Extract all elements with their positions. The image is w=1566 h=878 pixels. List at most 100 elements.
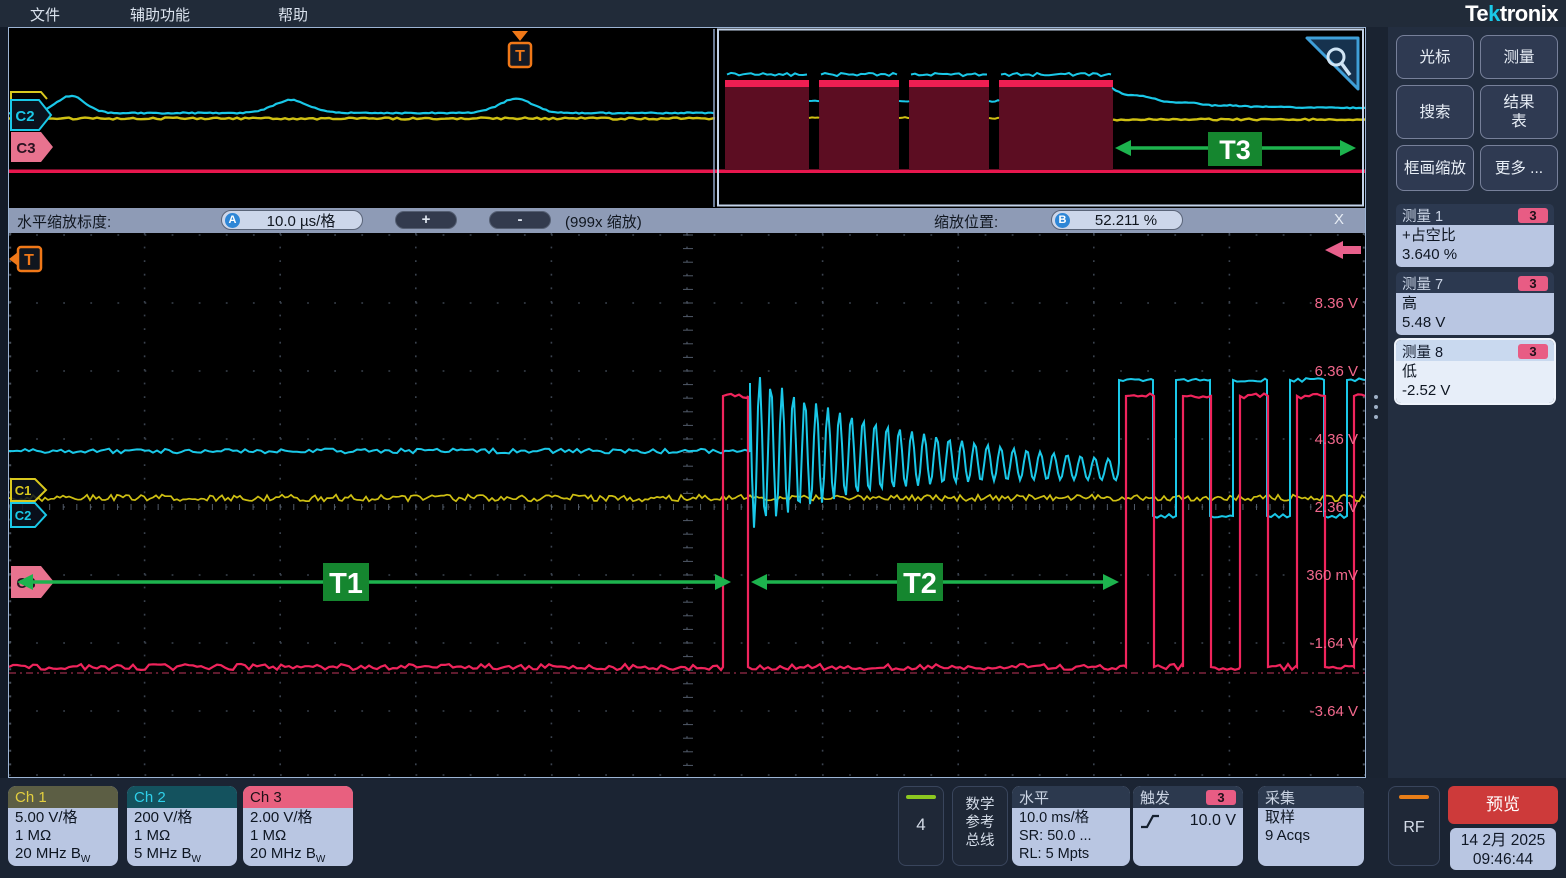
measurement-name: 高 — [1402, 294, 1548, 313]
channel-scale: 2.00 V/格 — [250, 809, 346, 827]
measurement-name: +占空比 — [1402, 226, 1548, 245]
measurement-name: 低 — [1402, 362, 1548, 381]
date-time: 14 2月 2025 09:46:44 — [1450, 828, 1556, 870]
acquisition-count: 9 Acqs — [1265, 827, 1357, 845]
measure-button[interactable]: 测量 — [1480, 35, 1558, 79]
rf-button[interactable]: RF — [1388, 786, 1440, 866]
channel-4-label: 4 — [899, 815, 943, 835]
acquisition-badge[interactable]: 采集 取样 9 Acqs — [1258, 786, 1364, 866]
t1-annotation: T1 — [17, 563, 731, 601]
t3-label: T3 — [1219, 135, 1251, 165]
t3-annotation: T3 — [1115, 132, 1356, 166]
trigger-level-arrow[interactable] — [1325, 241, 1361, 259]
record-length: RL: 5 Mpts — [1019, 845, 1123, 863]
channel-bandwidth: 5 MHz BW — [134, 845, 230, 866]
zoom-scale-value: 10.0 µs/格 — [240, 210, 362, 231]
t1-label: T1 — [329, 568, 363, 600]
oscilloscope-screen: 文件 辅助功能 帮助 Tektronix T — [0, 0, 1566, 878]
voltage-label: 8.36 V — [1315, 295, 1358, 312]
measurement-title: 测量 1 — [1402, 205, 1518, 226]
channel-impedance: 1 MΩ — [15, 827, 111, 845]
measurement-badge-7[interactable]: 测量 73 高5.48 V — [1396, 272, 1554, 335]
math-label: 数学 — [953, 796, 1007, 814]
channel-name: Ch 3 — [250, 789, 346, 806]
trigger-title: 触发 — [1140, 787, 1206, 808]
horizontal-badge[interactable]: 水平 10.0 ms/格 SR: 50.0 ... RL: 5 Mpts — [1012, 786, 1130, 866]
zoom-scale-knob[interactable]: A 10.0 µs/格 — [221, 210, 363, 230]
panel-divider — [1366, 27, 1388, 778]
menu-help[interactable]: 帮助 — [278, 4, 308, 25]
bottom-bar: Ch 1 5.00 V/格 1 MΩ 20 MHz BW Ch 2 200 V/… — [0, 778, 1566, 878]
main-trigger-marker[interactable]: T — [9, 247, 41, 271]
zoom-position-value: 52.211 % — [1070, 212, 1182, 229]
voltage-label: -3.64 V — [1310, 703, 1358, 720]
draw-zoom-button[interactable]: 框画缩放 — [1396, 145, 1474, 191]
voltage-label: 4.36 V — [1315, 431, 1358, 448]
voltage-label: 2.36 V — [1315, 499, 1358, 516]
main-c2-label: C2 — [15, 508, 32, 523]
trigger-badge[interactable]: 触发3 10.0 V — [1133, 786, 1243, 866]
measurement-value: -2.52 V — [1402, 381, 1548, 400]
trigger-source-badge: 3 — [1206, 790, 1236, 805]
source-badge: 3 — [1518, 276, 1548, 291]
voltage-label: 6.36 V — [1315, 363, 1358, 380]
acquisition-mode: 取样 — [1265, 809, 1357, 827]
channel-3-badge[interactable]: Ch 3 2.00 V/格 1 MΩ 20 MHz BW — [243, 786, 353, 866]
zoom-position-title: 缩放位置: — [934, 211, 998, 232]
channel-1-badge[interactable]: Ch 1 5.00 V/格 1 MΩ 20 MHz BW — [8, 786, 118, 866]
voltage-label: 360 mV — [1306, 567, 1358, 584]
rf-color-dash — [1399, 795, 1429, 799]
preview-button[interactable]: 预览 — [1448, 786, 1558, 824]
cursors-button[interactable]: 光标 — [1396, 35, 1474, 79]
voltage-label: -1.64 V — [1310, 635, 1358, 652]
knob-a-icon: A — [225, 213, 240, 228]
channel-impedance: 1 MΩ — [250, 827, 346, 845]
bus-label: 总线 — [953, 832, 1007, 850]
math-ref-bus-button[interactable]: 数学 参考 总线 — [952, 786, 1008, 866]
t2-annotation: T2 — [751, 563, 1119, 601]
measurement-badge-8[interactable]: 测量 83 低-2.52 V — [1396, 340, 1554, 403]
measurement-title: 测量 8 — [1402, 341, 1518, 362]
zoom-control-bar: 水平缩放标度: A 10.0 µs/格 + - (999x 缩放) 缩放位置: … — [9, 208, 1365, 233]
overview-c2-label: C2 — [15, 108, 34, 125]
date: 14 2月 2025 — [1450, 831, 1556, 850]
measurement-value: 3.640 % — [1402, 245, 1548, 264]
channel-scale: 200 V/格 — [134, 809, 230, 827]
overview-waveforms — [9, 73, 1365, 173]
overview-c3-label: C3 — [16, 140, 35, 157]
sample-rate: SR: 50.0 ... — [1019, 827, 1123, 845]
drag-handle-icon[interactable] — [1374, 395, 1380, 425]
waveform-display[interactable]: T C1 C2 C3 — [9, 233, 1365, 777]
channel-2-badge[interactable]: Ch 2 200 V/格 1 MΩ 5 MHz BW — [127, 786, 237, 866]
measurement-badge-1[interactable]: 测量 13 +占空比3.640 % — [1396, 204, 1554, 267]
right-sidebar: 光标 测量 搜索 结果表 框画缩放 更多 ... 测量 13 +占空比3.640… — [1388, 27, 1566, 778]
source-badge: 3 — [1518, 344, 1548, 359]
menu-utility[interactable]: 辅助功能 — [130, 4, 190, 25]
rising-edge-icon — [1140, 813, 1160, 829]
trigger-level: 10.0 V — [1166, 812, 1236, 830]
main-trigger-letter: T — [24, 252, 34, 269]
zoom-close-button[interactable]: X — [1319, 211, 1359, 228]
overview-trigger-marker[interactable]: T — [509, 31, 531, 67]
channel-name: Ch 2 — [134, 789, 230, 806]
overview-trigger-letter: T — [515, 48, 525, 65]
zoom-scale-title: 水平缩放标度: — [17, 211, 111, 232]
t2-label: T2 — [903, 568, 937, 600]
time: 09:46:44 — [1450, 850, 1556, 869]
channel-impedance: 1 MΩ — [134, 827, 230, 845]
zoom-in-button[interactable]: + — [395, 211, 457, 229]
menu-file[interactable]: 文件 — [30, 4, 60, 25]
zoom-out-button[interactable]: - — [489, 211, 551, 229]
zoom-position-knob[interactable]: B 52.211 % — [1051, 210, 1183, 230]
display-frame: T C2 C3 T3 — [8, 27, 1366, 778]
zoom-overview-icon[interactable] — [1307, 38, 1358, 89]
results-table-button[interactable]: 结果表 — [1480, 85, 1558, 139]
overview-channel-markers[interactable]: C2 C3 — [11, 92, 53, 162]
channel-4-button[interactable]: 4 — [898, 786, 944, 866]
main-waveforms — [9, 377, 1365, 670]
voltage-scale-labels: 8.36 V 6.36 V 4.36 V 2.36 V 360 mV -1.64… — [1306, 295, 1358, 720]
more-button[interactable]: 更多 ... — [1480, 145, 1558, 191]
search-button[interactable]: 搜索 — [1396, 85, 1474, 139]
knob-b-icon: B — [1055, 213, 1070, 228]
waveform-overview[interactable]: T C2 C3 T3 — [9, 28, 1365, 208]
